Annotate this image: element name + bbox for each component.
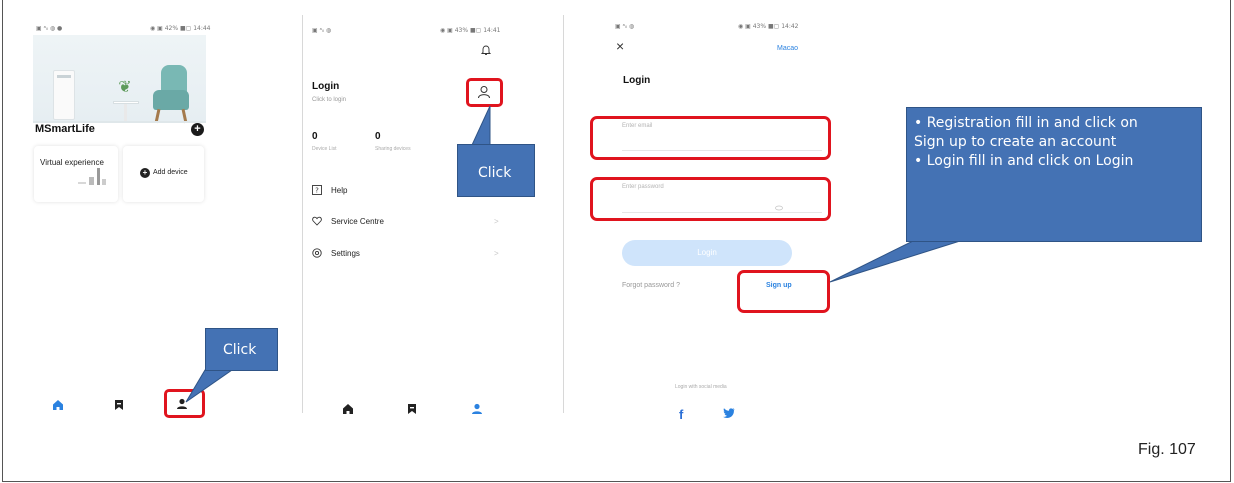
facebook-icon[interactable]: f: [679, 407, 683, 422]
click-callout-box: Click: [457, 144, 535, 197]
home-icon[interactable]: [342, 403, 354, 415]
instructions-line-2: Sign up to create an account: [914, 134, 1117, 150]
home-icon[interactable]: [52, 399, 64, 411]
twitter-icon[interactable]: [723, 408, 735, 419]
help-icon: ?: [312, 185, 322, 195]
device-thumbnail: [89, 177, 94, 185]
click-callout-box: Click: [205, 328, 278, 371]
settings-icon: [312, 248, 322, 258]
sign-up-highlight: [737, 270, 830, 313]
profile-login-subtitle[interactable]: Click to login: [312, 97, 346, 103]
bell-icon[interactable]: [480, 44, 492, 56]
svg-text:?: ?: [315, 187, 319, 195]
password-field-highlight: [590, 177, 831, 221]
menu-label-service-centre: Service Centre: [331, 217, 384, 226]
menu-label-settings: Settings: [331, 249, 360, 258]
bookmark-icon[interactable]: [406, 403, 418, 415]
plant-image: ❦: [118, 79, 132, 96]
social-login-label: Login with social media: [675, 384, 727, 390]
app-title: MSmartLife: [35, 123, 95, 135]
instructions-callout-box: • Registration fill in and click on Sign…: [906, 107, 1202, 242]
hero-illustration: ❦: [33, 35, 206, 124]
status-bar-left: ▣ ᵃᵢₗ ◍ ●: [36, 25, 63, 32]
figure-label: Fig. 107: [1138, 441, 1196, 458]
region-selector[interactable]: Macao: [777, 45, 798, 52]
instructions-line-3: • Login fill in and click on Login: [914, 153, 1134, 169]
add-device-label: Add device: [153, 169, 188, 176]
add-device-icon: +: [140, 168, 150, 178]
service-icon: [312, 216, 322, 226]
click-callout-text: Click: [478, 165, 512, 181]
device-count: 0: [312, 131, 318, 142]
email-field-highlight: [590, 116, 831, 160]
profile-icon[interactable]: [471, 403, 483, 415]
profile-login-title[interactable]: Login: [312, 81, 339, 92]
menu-label-help: Help: [331, 186, 348, 195]
sharing-count: 0: [375, 131, 381, 142]
status-bar-left: ▣ ᵃᵢₗ ◍: [312, 27, 332, 34]
status-bar-right: ◉ ▣ 43% ■▢ 14:42: [738, 23, 799, 30]
status-bar-left: ▣ ᵃᵢₗ ◍: [615, 23, 635, 30]
bookmark-icon[interactable]: [113, 399, 125, 411]
add-device-card[interactable]: + Add device: [123, 146, 204, 202]
click-callout-text: Click: [223, 342, 257, 358]
instructions-line-1: • Registration fill in and click on: [914, 115, 1138, 131]
close-icon[interactable]: ×: [616, 38, 624, 54]
forgot-password-link[interactable]: Forgot password ?: [622, 282, 680, 289]
login-button[interactable]: Login: [622, 240, 792, 266]
virtual-experience-card[interactable]: Virtual experience: [34, 146, 118, 202]
device-list-label[interactable]: Device List: [312, 146, 336, 152]
add-plus-icon[interactable]: +: [191, 123, 204, 136]
air-purifier-image: [53, 70, 75, 120]
sharing-devices-label[interactable]: Sharing devices: [375, 146, 411, 152]
chevron-right-icon: >: [494, 217, 499, 226]
status-bar-right: ◉ ▣ 43% ■▢ 14:41: [440, 27, 501, 34]
login-page-title: Login: [623, 75, 651, 86]
chevron-right-icon: >: [494, 249, 499, 258]
virtual-experience-label: Virtual experience: [40, 158, 104, 167]
status-bar-right: ◉ ▣ 42% ■▢ 14:44: [150, 25, 211, 32]
